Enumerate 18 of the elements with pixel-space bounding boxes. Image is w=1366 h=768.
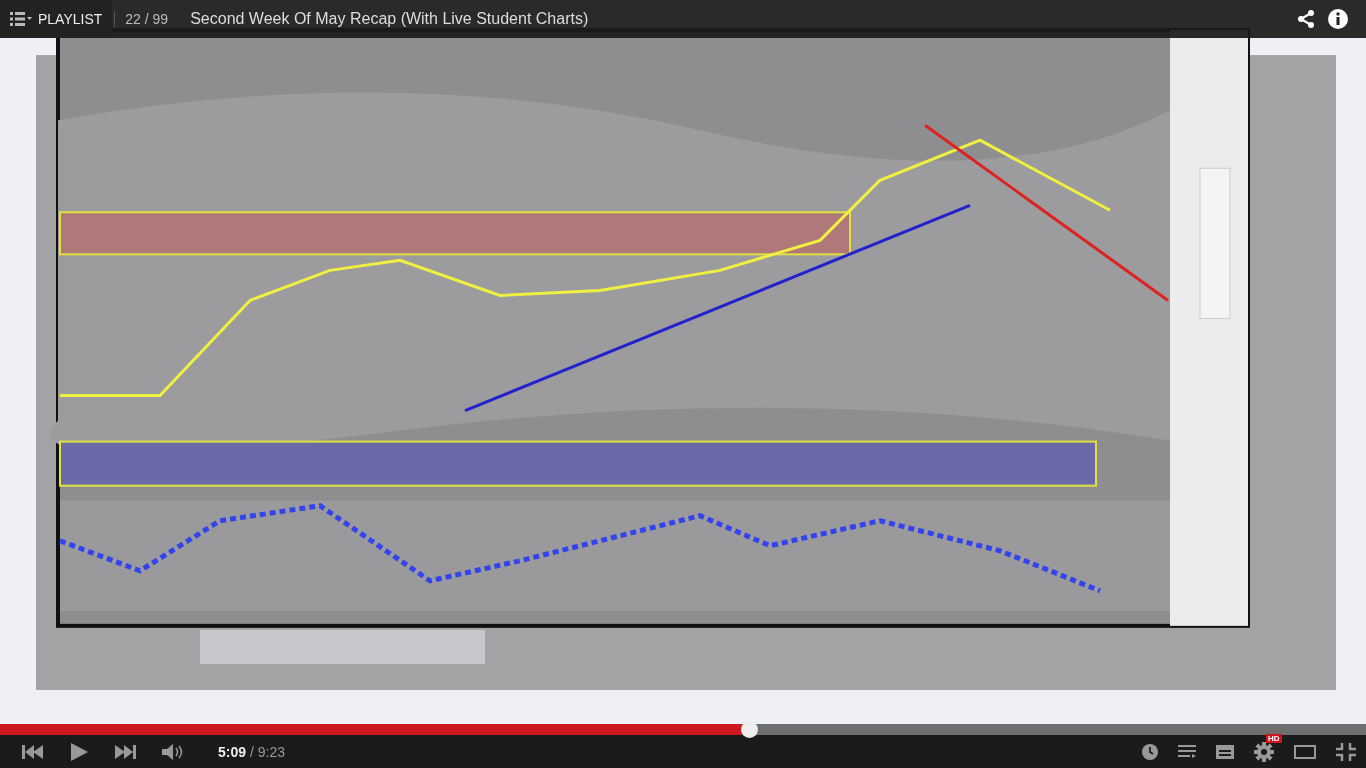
share-icon[interactable] [1296, 9, 1316, 29]
next-icon[interactable] [114, 744, 136, 759]
settings-icon[interactable] [1254, 741, 1274, 762]
video-title[interactable]: Second Week Of May Recap (With Live Student Charts) [190, 10, 589, 28]
play-icon[interactable] [70, 742, 88, 761]
current-time: 5:09 [218, 743, 247, 760]
previous-icon[interactable] [22, 744, 44, 759]
menu-icon [10, 12, 32, 26]
exit-fullscreen-icon[interactable] [1336, 742, 1356, 761]
clock-icon[interactable] [1142, 743, 1158, 760]
hd-badge: HD [1266, 733, 1282, 743]
playlist-position: 22 / 99 [125, 11, 169, 27]
playlist-button[interactable]: PLAYLIST [0, 0, 113, 38]
captions-icon[interactable] [1216, 744, 1234, 759]
duration: / 9:23 [249, 743, 285, 760]
info-icon[interactable] [1328, 9, 1348, 29]
list-icon[interactable] [1178, 745, 1196, 758]
theater-mode-icon[interactable] [1294, 744, 1316, 759]
